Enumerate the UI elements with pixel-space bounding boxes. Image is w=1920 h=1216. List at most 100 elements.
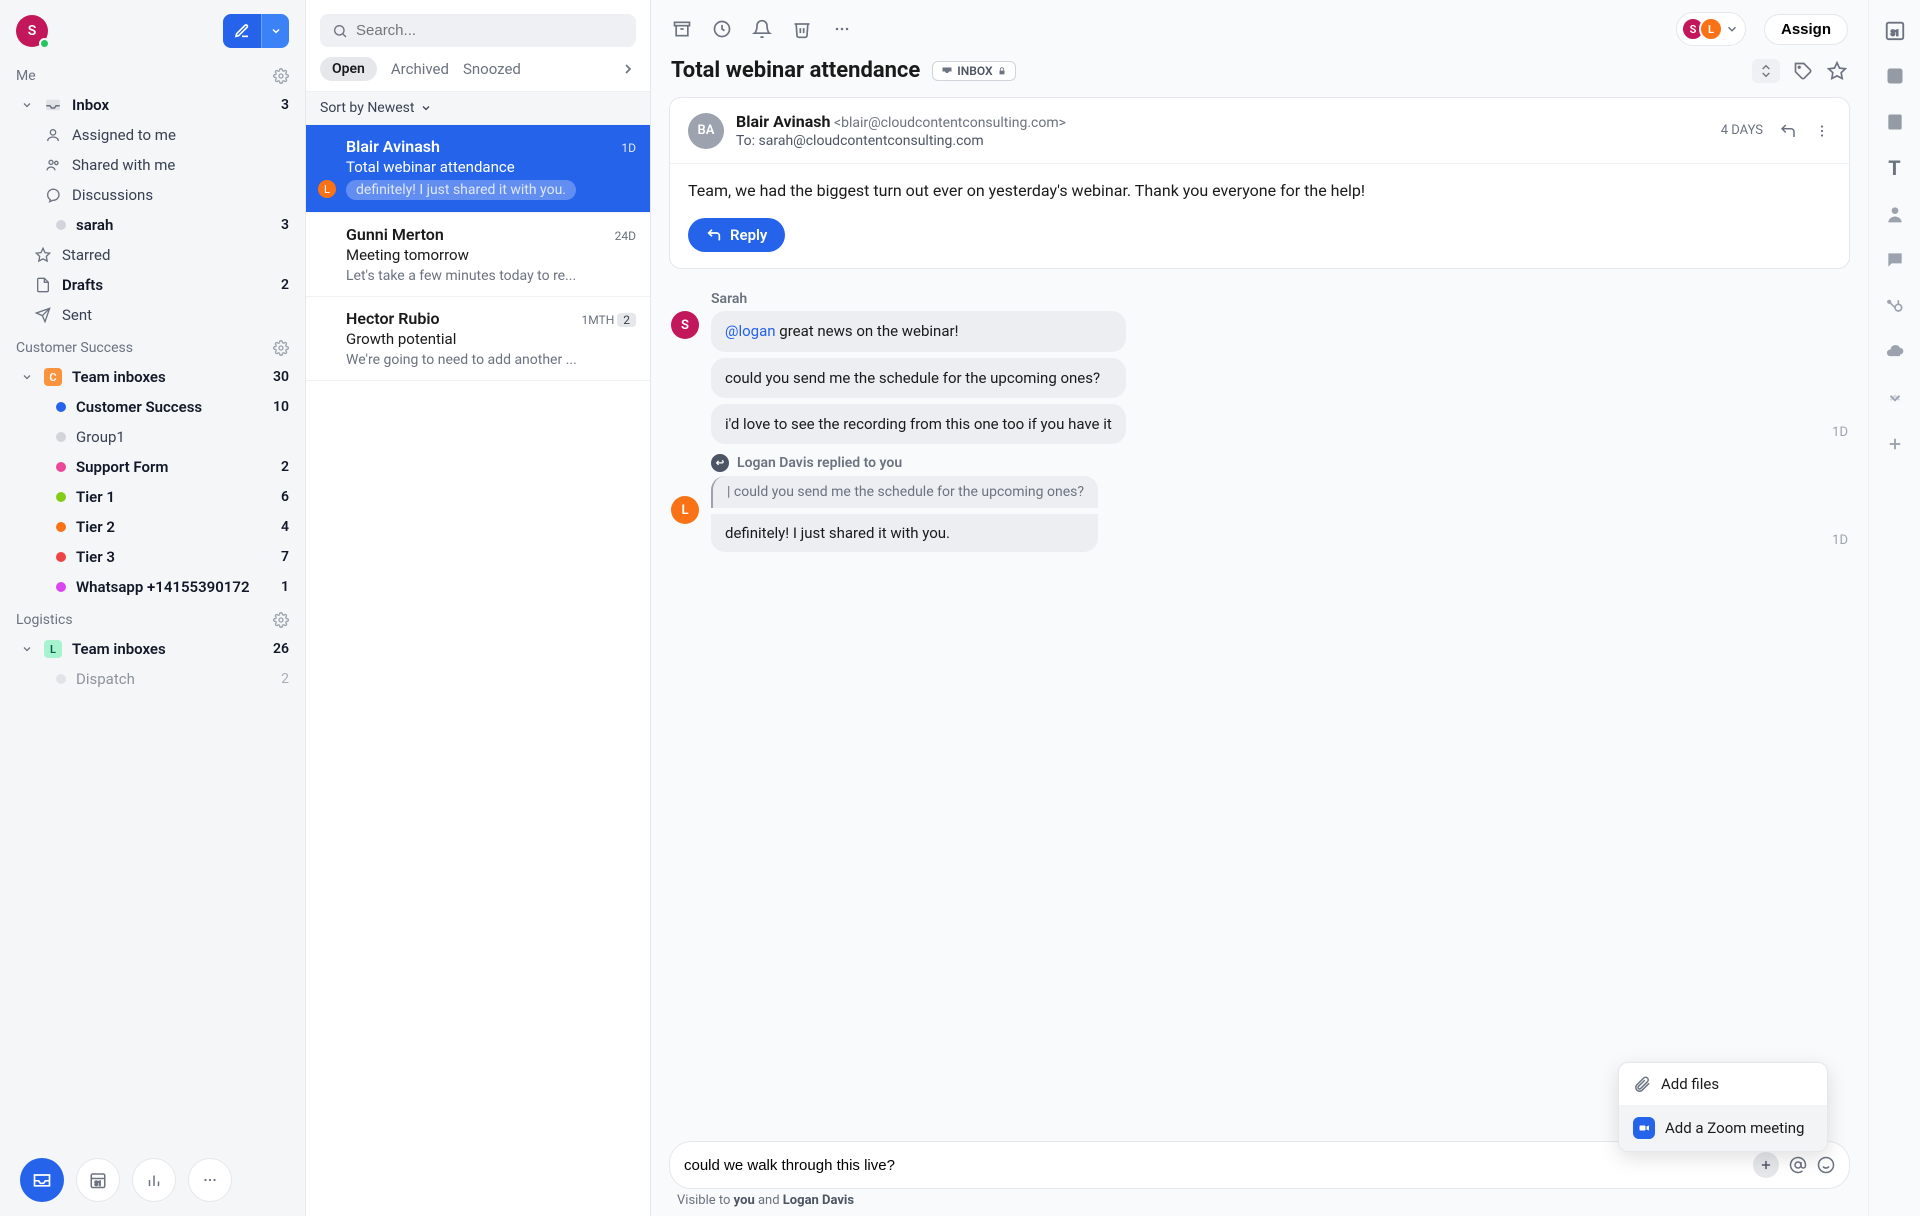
sidebar-item-team-logistics[interactable]: L Team inboxes 26 (0, 634, 305, 664)
sidebar-item-dispatch[interactable]: Dispatch 2 (0, 664, 305, 694)
bottom-more-button[interactable] (188, 1158, 232, 1202)
sidebar-item-team-cs[interactable]: C Team inboxes 30 (0, 362, 305, 392)
sidebar-item[interactable]: Whatsapp +14155390172 1 (0, 572, 305, 602)
rail-app-icon[interactable] (1883, 64, 1907, 88)
visibility-note: Visible to you and Logan Davis (669, 1189, 1850, 1208)
quote-text: could you send me the schedule for the u… (734, 484, 1084, 500)
msg-time: 1D (1832, 533, 1848, 552)
add-files-item[interactable]: Add files (1619, 1063, 1827, 1105)
sort-toggle[interactable]: Sort by Newest (306, 91, 650, 125)
sidebar-item-sarah[interactable]: sarah 3 (0, 210, 305, 240)
bell-icon[interactable] (751, 18, 773, 40)
snooze-icon[interactable] (711, 18, 733, 40)
sidebar-item[interactable]: Group1 (0, 422, 305, 452)
rail-text-icon[interactable]: T (1883, 156, 1907, 180)
section-header-cs: Customer Success (0, 330, 305, 362)
assign-button[interactable]: Assign (1764, 14, 1848, 45)
sidebar-item[interactable]: Tier 3 7 (0, 542, 305, 572)
section-header-me: Me (0, 58, 305, 90)
expand-collapse-button[interactable] (1752, 59, 1780, 83)
msg-text: great news on the webinar! (776, 322, 959, 340)
sidebar-item[interactable]: Tier 1 6 (0, 482, 305, 512)
gear-icon[interactable] (273, 612, 289, 628)
bottom-analytics-button[interactable] (132, 1158, 176, 1202)
gear-icon[interactable] (273, 68, 289, 84)
rail-person-icon[interactable] (1883, 202, 1907, 226)
more-icon[interactable] (1813, 122, 1831, 140)
assignee-dropdown[interactable]: S L (1676, 12, 1746, 46)
sidebar-item-starred[interactable]: Starred (0, 240, 305, 270)
composer-input[interactable] (684, 1157, 1743, 1174)
rail-add-icon[interactable] (1883, 432, 1907, 456)
conversation-item[interactable]: Hector Rubio1MTH 2 Growth potential We'r… (306, 297, 650, 381)
rail-contact-icon[interactable] (1883, 110, 1907, 134)
compose-dropdown[interactable] (261, 14, 289, 48)
sidebar-item-discussions[interactable]: Discussions (0, 180, 305, 210)
people-icon (44, 156, 62, 174)
sidebar-count: 2 (281, 459, 289, 475)
sidebar-item-assigned[interactable]: Assigned to me (0, 120, 305, 150)
avatar-badge: L (318, 180, 336, 198)
plus-button[interactable] (1753, 1152, 1779, 1178)
sidebar-item[interactable]: Customer Success 10 (0, 392, 305, 422)
compose-button[interactable] (223, 14, 261, 48)
conversation-list: Open Archived Snoozed Sort by Newest L B… (306, 0, 651, 1216)
more-icon[interactable] (831, 18, 853, 40)
sidebar-label: Customer Success (76, 398, 263, 416)
tray-icon (941, 65, 953, 77)
sender-email: <blair@cloudcontentconsulting.com> (834, 115, 1066, 131)
sidebar-label: Tier 2 (76, 518, 271, 536)
email-age: 4 DAYS (1721, 123, 1763, 138)
conversation-item[interactable]: Gunni Merton24D Meeting tomorrow Let's t… (306, 213, 650, 297)
sidebar-item[interactable]: Support Form 2 (0, 452, 305, 482)
sidebar-item-shared[interactable]: Shared with me (0, 150, 305, 180)
rail-hubspot-icon[interactable] (1883, 294, 1907, 318)
conversation-title: Total webinar attendance (671, 58, 920, 83)
bottom-inbox-button[interactable] (20, 1158, 64, 1202)
reply-icon[interactable] (1779, 122, 1797, 140)
subject: Total webinar attendance (346, 158, 636, 176)
archive-icon[interactable] (671, 18, 693, 40)
tag-icon[interactable] (1792, 60, 1814, 82)
at-icon[interactable] (1789, 1156, 1807, 1174)
trash-icon[interactable] (791, 18, 813, 40)
sidebar-label: Shared with me (72, 156, 289, 174)
sidebar-count: 2 (281, 671, 289, 687)
bottom-calendar-button[interactable]: 31 (76, 1158, 120, 1202)
sidebar-item[interactable]: Tier 2 4 (0, 512, 305, 542)
sidebar-label: Discussions (72, 186, 289, 204)
rail-cloud-icon[interactable] (1883, 340, 1907, 364)
inbox-icon (44, 96, 62, 114)
rail-calendar-icon[interactable]: 31 (1883, 18, 1907, 42)
rail-diamond-icon[interactable] (1883, 386, 1907, 410)
conversation-item[interactable]: L Blair Avinash1D Total webinar attendan… (306, 125, 650, 213)
section-label: Logistics (16, 612, 73, 628)
rail-chat-icon[interactable] (1883, 248, 1907, 272)
mention[interactable]: @logan (725, 322, 776, 340)
email-body: Team, we had the biggest turn out ever o… (670, 164, 1849, 218)
sidebar-label: Starred (62, 246, 289, 264)
user-avatar[interactable]: S (16, 15, 48, 47)
reply-button[interactable]: Reply (688, 218, 785, 252)
team-badge: C (44, 368, 62, 386)
msg-time: 1D (1832, 425, 1848, 444)
search-input-wrap[interactable] (320, 14, 636, 47)
count-badge: 2 (617, 313, 636, 327)
tab-open[interactable]: Open (320, 57, 377, 81)
dot-icon (56, 522, 66, 532)
chevron-down-icon (1725, 22, 1739, 36)
chevron-right-icon[interactable] (620, 61, 636, 77)
star-icon[interactable] (1826, 60, 1848, 82)
sidebar-label: Drafts (62, 276, 271, 294)
zoom-icon (1633, 1117, 1655, 1139)
inbox-tag[interactable]: INBOX (932, 61, 1015, 81)
sidebar-item-sent[interactable]: Sent (0, 300, 305, 330)
sidebar-item-drafts[interactable]: Drafts 2 (0, 270, 305, 300)
search-input[interactable] (356, 22, 624, 39)
add-zoom-item[interactable]: Add a Zoom meeting (1619, 1105, 1827, 1151)
tab-archived[interactable]: Archived (391, 60, 449, 78)
tab-snoozed[interactable]: Snoozed (463, 60, 521, 78)
sidebar-item-inbox[interactable]: Inbox 3 (0, 90, 305, 120)
emoji-icon[interactable] (1817, 1156, 1835, 1174)
gear-icon[interactable] (273, 340, 289, 356)
